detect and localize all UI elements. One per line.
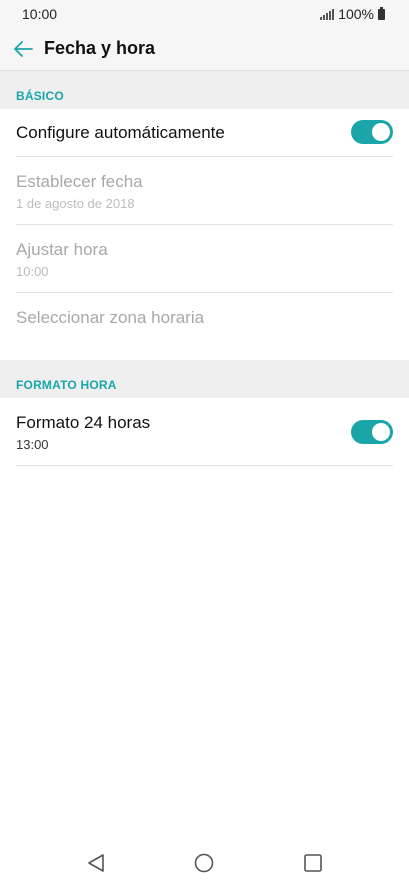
row-set-date[interactable]: Establecer fecha 1 de agosto de 2018	[16, 157, 393, 225]
recents-square-icon[interactable]	[302, 852, 324, 874]
app-bar: Fecha y hora	[0, 28, 409, 71]
section-title: BÁSICO	[16, 89, 64, 103]
row-title: Formato 24 horas	[16, 413, 151, 432]
status-right: 100%	[320, 6, 385, 22]
toggle-knob	[372, 123, 390, 141]
row-24-hour-format[interactable]: Formato 24 horas 13:00	[16, 398, 393, 466]
back-triangle-icon[interactable]	[85, 852, 107, 874]
row-title: Configure automáticamente	[16, 123, 225, 142]
row-configure-automatically[interactable]: Configure automáticamente	[16, 109, 393, 157]
row-title: Establecer fecha	[16, 172, 143, 191]
row-title: Seleccionar zona horaria	[16, 308, 205, 327]
row-select-timezone[interactable]: Seleccionar zona horaria	[16, 293, 393, 341]
navigation-bar	[0, 838, 409, 888]
battery-icon	[378, 6, 385, 20]
row-subtitle: 13:00	[16, 437, 49, 452]
row-subtitle: 10:00	[16, 264, 49, 279]
home-circle-icon[interactable]	[193, 852, 215, 874]
status-bar: 10:00 100%	[0, 0, 409, 28]
battery-level: 100%	[338, 6, 374, 22]
auto-config-toggle[interactable]	[351, 120, 393, 144]
24-hour-toggle[interactable]	[351, 420, 393, 444]
page-title: Fecha y hora	[44, 38, 156, 58]
arrow-left-icon[interactable]	[12, 38, 34, 60]
row-title: Ajustar hora	[16, 240, 108, 259]
row-set-time[interactable]: Ajustar hora 10:00	[16, 225, 393, 293]
toggle-knob	[372, 423, 390, 441]
signal-icon	[320, 8, 335, 20]
section-header-basico: BÁSICO	[0, 71, 409, 109]
row-subtitle: 1 de agosto de 2018	[16, 196, 135, 211]
section-title: FORMATO HORA	[16, 378, 117, 392]
section-header-formato-hora: FORMATO HORA	[0, 360, 409, 398]
status-time: 10:00	[22, 6, 58, 22]
